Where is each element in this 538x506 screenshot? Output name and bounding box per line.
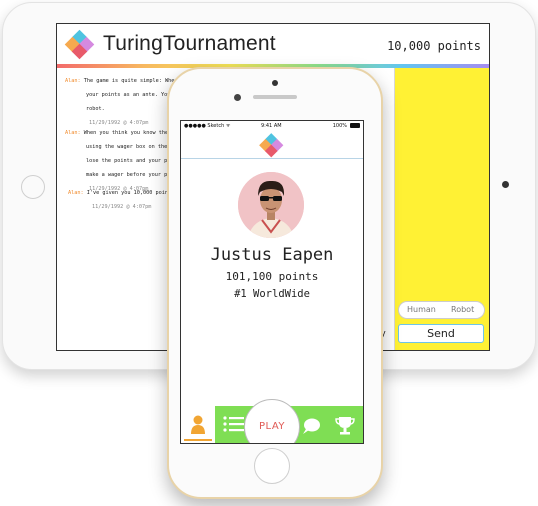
carrier-label: ●●●●● Sketch ᯤ	[184, 123, 231, 129]
profile-name: Justus Eapen	[210, 245, 334, 265]
ipad-header: TuringTournament 10,000 points	[57, 24, 489, 64]
turing-logo-icon	[64, 29, 95, 60]
trophy-icon	[335, 417, 355, 435]
ipad-home-button[interactable]	[21, 175, 45, 199]
iphone-home-button[interactable]	[254, 448, 290, 484]
iphone-speaker	[253, 95, 297, 99]
iphone-sensor	[234, 94, 241, 101]
person-icon	[184, 415, 212, 441]
header-divider	[181, 158, 363, 159]
toggle-robot[interactable]: Robot	[451, 305, 474, 314]
ipad-camera	[502, 181, 509, 188]
brand-title: TuringTournament	[103, 32, 276, 55]
profile-points: 101,100 points	[225, 270, 319, 283]
tab-profile[interactable]	[181, 406, 215, 443]
toggle-human[interactable]: Human	[407, 305, 436, 314]
points-display: 10,000 points	[387, 39, 481, 53]
message-author: Alan:	[65, 130, 81, 136]
battery-icon	[350, 123, 360, 128]
tab-trophy[interactable]	[328, 406, 362, 443]
tab-chat[interactable]	[295, 406, 329, 443]
message-author: Alan:	[68, 190, 84, 196]
avatar	[238, 172, 304, 238]
iphone-screen: ●●●●● Sketch ᯤ 9:41 AM 100% Justus Eapen…	[180, 120, 364, 444]
chat-bubble-icon	[303, 418, 320, 434]
profile-rank: #1 WorldWide	[234, 288, 310, 300]
iphone-device: ●●●●● Sketch ᯤ 9:41 AM 100% Justus Eapen…	[167, 67, 383, 499]
battery-percent: 100%	[332, 123, 347, 129]
status-bar: ●●●●● Sketch ᯤ 9:41 AM 100%	[181, 121, 363, 131]
iphone-camera	[272, 80, 278, 86]
human-robot-toggle[interactable]: Human Robot	[398, 301, 485, 319]
message-author: Alan:	[65, 78, 81, 84]
turing-logo-icon	[259, 133, 284, 158]
clock-label: 9:41 AM	[261, 123, 282, 129]
send-button[interactable]: Send	[398, 324, 484, 343]
